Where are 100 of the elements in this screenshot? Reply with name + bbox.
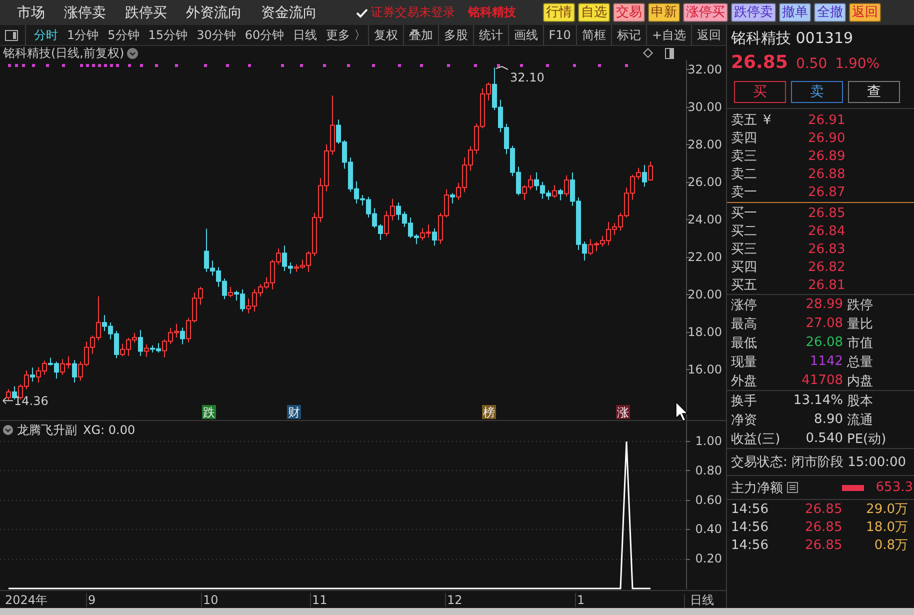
- period-tab[interactable]: 5分钟: [108, 26, 140, 44]
- quick-button[interactable]: 行情: [543, 3, 575, 22]
- stat-label: 内盘: [846, 372, 874, 390]
- x-axis-label: 11: [312, 593, 328, 607]
- order-level-label: 买五: [731, 277, 757, 294]
- stat-value: 13.14%: [792, 393, 843, 408]
- toolbar-button[interactable]: 叠加: [402, 25, 438, 45]
- stat-label: 外盘: [731, 372, 758, 390]
- last-price: 26.85: [731, 52, 788, 73]
- price-change: 0.50: [796, 56, 828, 72]
- sidebar-toggle-icon[interactable]: [5, 30, 18, 40]
- order-level-label: 卖五: [731, 112, 757, 129]
- order-price: 26.82: [808, 260, 846, 274]
- period-tab[interactable]: 1分钟: [67, 26, 99, 44]
- tick-icon: [356, 8, 368, 18]
- event-marker[interactable]: 跌: [202, 405, 216, 420]
- quick-button[interactable]: 全撤: [814, 3, 846, 22]
- sell-button[interactable]: 卖: [791, 81, 843, 103]
- order-level-label: 卖四: [731, 130, 757, 147]
- tick-time: 14:56: [731, 520, 770, 534]
- quick-button[interactable]: 撤单: [779, 3, 811, 22]
- chevron-circle-icon[interactable]: [127, 48, 138, 58]
- order-price: 26.91: [808, 112, 846, 128]
- price-axis-label: 18.00: [688, 324, 722, 339]
- toolbar-button[interactable]: 画线: [508, 25, 543, 45]
- order-price: 26.81: [808, 278, 846, 292]
- menu-item[interactable]: 资金流向: [261, 4, 317, 22]
- stock-name-text: 铭科精技: [468, 4, 516, 21]
- price-axis-label: 26.00: [688, 174, 722, 189]
- stat-label: 股本: [846, 392, 874, 410]
- toolbar-button[interactable]: 简框: [576, 25, 611, 45]
- axis-label: 0.20: [695, 552, 722, 566]
- price-axis-label: 16.00: [688, 362, 722, 376]
- list-icon[interactable]: [787, 482, 798, 493]
- tick-price: 26.85: [805, 520, 844, 534]
- axis-label: 0.60: [695, 492, 722, 507]
- toolbar-button[interactable]: 多股: [438, 25, 473, 45]
- price-axis-label: 22.00: [688, 250, 722, 264]
- stat-label: 净资: [731, 412, 758, 428]
- period-tab[interactable]: 日线: [293, 26, 318, 44]
- chevron-circle-icon[interactable]: [3, 425, 13, 435]
- axis-label: 0.40: [695, 522, 722, 536]
- query-button[interactable]: 查: [848, 81, 900, 103]
- stat-label: 量比: [846, 316, 874, 332]
- axis-label: 1.00: [695, 434, 722, 448]
- toolbar-button[interactable]: 统计: [472, 25, 508, 45]
- menu-item[interactable]: 市场: [17, 4, 45, 22]
- menu-item[interactable]: 跌停买: [125, 4, 167, 22]
- menu-item[interactable]: 涨停卖: [64, 4, 106, 22]
- order-price: 26.85: [808, 206, 846, 220]
- tick-price: 26.85: [805, 538, 844, 552]
- event-marker[interactable]: 涨: [616, 405, 630, 420]
- stat-value: 8.90: [813, 412, 843, 427]
- period-tab[interactable]: 15分钟: [148, 26, 188, 44]
- period-tab[interactable]: 30分钟: [196, 26, 236, 44]
- toolbar-button[interactable]: +自选: [646, 25, 691, 45]
- diamond-icon[interactable]: [643, 48, 653, 58]
- order-level-label: 卖一: [731, 184, 757, 201]
- toolbar-button[interactable]: F10: [542, 25, 576, 45]
- quick-button[interactable]: 跌停卖: [731, 3, 776, 22]
- stat-label: 换手: [731, 392, 758, 410]
- event-marker[interactable]: 财: [287, 405, 301, 420]
- order-price: 26.90: [808, 130, 846, 146]
- buy-button[interactable]: 买: [734, 81, 786, 103]
- toolbar-button[interactable]: 标记: [610, 25, 646, 45]
- quick-button[interactable]: 申新: [648, 3, 680, 22]
- stock-title: 铭科精技 001319: [730, 28, 854, 49]
- toolbar-button[interactable]: 复权: [368, 25, 403, 45]
- order-level-label: 买四: [731, 259, 757, 276]
- x-axis-label: 9: [88, 593, 96, 607]
- menu-item[interactable]: 外资流向: [186, 4, 242, 22]
- period-tab[interactable]: 60分钟: [244, 26, 284, 44]
- period-tab[interactable]: 更多 〉: [326, 26, 366, 44]
- period-tab[interactable]: 分时: [34, 26, 58, 44]
- trade-status: 交易状态: 闭市阶段 15:00:00: [730, 454, 908, 472]
- change-percent: 1.90%: [835, 56, 880, 72]
- order-price: 26.87: [808, 184, 846, 200]
- stat-label: 总量: [846, 354, 874, 370]
- high-price-label: 32.10: [510, 70, 544, 84]
- order-level-label: 买一: [731, 205, 757, 222]
- currency-mark[interactable]: ¥: [763, 112, 772, 128]
- panel-icon[interactable]: [665, 48, 674, 58]
- order-price: 26.84: [808, 224, 846, 238]
- event-marker[interactable]: 榜: [482, 405, 496, 420]
- net-flow-value: 653.3: [876, 480, 913, 495]
- mouse-pointer-icon: [676, 401, 688, 421]
- toolbar-button[interactable]: 返回: [691, 25, 726, 45]
- tick-price: 26.85: [805, 502, 844, 516]
- stat-label: 市值: [846, 334, 874, 352]
- quick-button[interactable]: 自选: [578, 3, 610, 22]
- price-axis-label: 20.00: [688, 287, 722, 302]
- login-status-text: 证券交易未登录: [371, 4, 455, 21]
- price-axis-label: 28.00: [688, 137, 722, 152]
- stat-value: 28.99: [804, 297, 843, 312]
- tick-volume: 18.0万: [865, 519, 909, 536]
- tick-volume: 29.0万: [865, 501, 909, 518]
- stat-label: 涨停: [731, 296, 758, 314]
- chart-title: 铭科精技(日线,前复权): [3, 44, 124, 62]
- order-level-label: 卖三: [731, 148, 757, 165]
- axis-label: 0.80: [695, 463, 722, 478]
